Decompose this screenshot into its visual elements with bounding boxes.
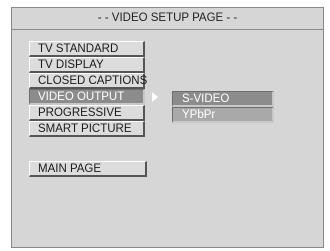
menu-item-tv-standard[interactable]: TV STANDARD	[29, 41, 145, 57]
menu-item-smart-picture[interactable]: SMART PICTURE	[29, 121, 145, 137]
page-title: - - VIDEO SETUP PAGE - -	[12, 8, 323, 30]
chevron-right-icon	[152, 92, 158, 102]
menu-item-progressive[interactable]: PROGRESSIVE	[29, 105, 145, 121]
osd-screen: - - VIDEO SETUP PAGE - - TV STANDARD TV …	[11, 7, 324, 248]
menu-item-closed-captions[interactable]: CLOSED CAPTIONS	[29, 73, 147, 89]
menu-item-tv-display[interactable]: TV DISPLAY	[29, 57, 145, 73]
submenu-option-s-video[interactable]: S-VIDEO	[172, 91, 274, 107]
submenu-option-ypbpr[interactable]: YPbPr	[172, 107, 274, 123]
menu-item-video-output[interactable]: VIDEO OUTPUT	[29, 89, 145, 105]
main-page-button[interactable]: MAIN PAGE	[29, 161, 147, 177]
